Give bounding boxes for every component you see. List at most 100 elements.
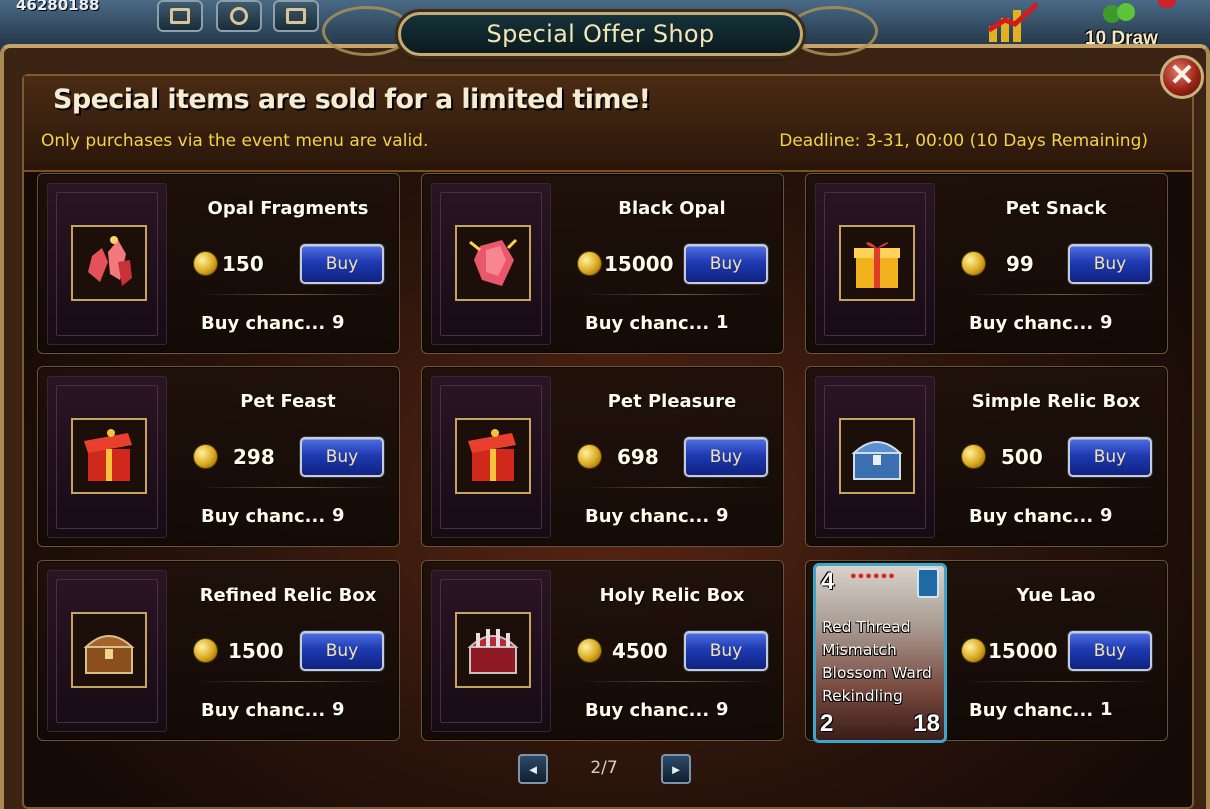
notification-dot: [1158, 0, 1176, 8]
item-name: Yue Lao: [1016, 585, 1096, 606]
buy-chance-value: 9: [716, 699, 729, 720]
arrow-right-icon: ►: [669, 761, 683, 777]
gold-coin-icon: [961, 444, 986, 469]
hero-card[interactable]: 4 ●●●●●● Red Thread Mismatch Blossom War…: [813, 563, 947, 743]
item-name: Pet Feast: [240, 391, 336, 412]
buy-button[interactable]: Buy: [300, 244, 384, 284]
hero-attack: 2: [820, 710, 834, 737]
divider: [966, 294, 1156, 295]
item-price: 15000: [604, 252, 674, 276]
star-rating-icon: ●●●●●●: [850, 570, 896, 582]
hero-level: 4: [821, 568, 835, 595]
panel-icon: [170, 8, 190, 24]
item-price: 298: [233, 445, 275, 469]
item-price: 150: [222, 252, 264, 276]
gold-coin-icon: [193, 638, 218, 663]
opal-fragments-icon: [88, 236, 132, 286]
buy-chance-label: Buy chanc...: [969, 313, 1094, 334]
divider: [582, 487, 772, 488]
player-id: 46280188: [16, 0, 100, 14]
hero-skills: Red Thread Mismatch Blossom Ward Rekindl…: [822, 616, 932, 708]
rising-chart-icon[interactable]: [985, 0, 1043, 44]
item-price: 99: [1006, 252, 1034, 276]
hero-skill: Blossom Ward: [822, 664, 932, 682]
buy-button[interactable]: Buy: [1068, 631, 1152, 671]
item-name: Pet Pleasure: [607, 391, 737, 412]
item-price: 500: [1001, 445, 1043, 469]
red-gift-box-icon: [84, 429, 132, 481]
item-price: 15000: [988, 639, 1058, 663]
black-opal-icon: [469, 238, 518, 286]
buy-chance-label: Buy chanc...: [585, 700, 710, 721]
next-page-button[interactable]: ►: [661, 754, 691, 784]
buy-button[interactable]: Buy: [684, 437, 768, 477]
gem-pile-icon: [1103, 3, 1135, 23]
gold-coin-icon: [961, 251, 986, 276]
shop-item-card: Opal Fragments 150 Buy Buy chanc... 9: [37, 173, 400, 354]
shop-item-card: Pet Pleasure 698 Buy Buy chanc... 9: [421, 366, 784, 547]
shop-item-card: Simple Relic Box 500 Buy Buy chanc... 9: [805, 366, 1168, 547]
buy-chance-value: 9: [332, 699, 345, 720]
buy-chance-label: Buy chanc...: [585, 313, 710, 334]
buy-chance-value: 9: [716, 505, 729, 526]
buy-chance-label: Buy chanc...: [201, 700, 326, 721]
gold-coin-icon: [961, 638, 986, 663]
close-button[interactable]: ✕: [1160, 55, 1204, 99]
gift-box-icon: [854, 242, 900, 288]
purchase-note: Only purchases via the event menu are va…: [41, 131, 429, 151]
divider: [198, 681, 388, 682]
hero-hp: 18: [913, 710, 940, 737]
item-name: Opal Fragments: [207, 198, 369, 219]
gold-coin-icon: [577, 444, 602, 469]
item-price: 1500: [228, 639, 284, 663]
page-indicator: 2/7: [590, 758, 618, 778]
item-name: Simple Relic Box: [971, 391, 1141, 412]
item-price: 4500: [612, 639, 668, 663]
divider: [582, 294, 772, 295]
item-icon-box: [455, 612, 531, 688]
window-title-plaque: Special Offer Shop: [398, 12, 803, 56]
buy-button[interactable]: Buy: [300, 631, 384, 671]
menu-button-3[interactable]: [273, 0, 319, 32]
red-gift-box-icon: [468, 429, 516, 481]
shop-item-card: 4 ●●●●●● Red Thread Mismatch Blossom War…: [805, 560, 1168, 743]
buy-chance-value: 9: [332, 312, 345, 333]
headline: Special items are sold for a limited tim…: [53, 84, 651, 115]
deadline-text: Deadline: 3-31, 00:00 (10 Days Remaining…: [779, 131, 1148, 151]
shop-item-card: Refined Relic Box 1500 Buy Buy chanc... …: [37, 560, 400, 741]
item-icon-box: [71, 612, 147, 688]
hero-skill: Red Thread: [822, 618, 911, 636]
buy-chance-label: Buy chanc...: [969, 700, 1094, 721]
item-name: Black Opal: [618, 198, 726, 219]
settings-button[interactable]: [216, 0, 262, 32]
shop-item-card: Pet Snack 99 Buy Buy chanc... 9: [805, 173, 1168, 354]
buy-button[interactable]: Buy: [684, 631, 768, 671]
buy-chance-label: Buy chanc...: [201, 313, 326, 334]
stack-icon: [286, 8, 306, 24]
divider: [966, 681, 1156, 682]
buy-chance-value: 9: [1100, 312, 1113, 333]
shop-item-card: Holy Relic Box 4500 Buy Buy chanc... 9: [421, 560, 784, 741]
menu-button-1[interactable]: [157, 0, 203, 32]
buy-chance-value: 9: [332, 505, 345, 526]
item-name: Pet Snack: [1005, 198, 1107, 219]
hero-class-badge-icon: [917, 568, 939, 598]
item-icon-box: [839, 418, 915, 494]
divider: [582, 681, 772, 682]
item-icon-box: [71, 418, 147, 494]
item-icon-box: [71, 225, 147, 301]
divider: [198, 487, 388, 488]
item-icon-box: [455, 225, 531, 301]
shop-item-card: Black Opal 15000 Buy Buy chanc... 1: [421, 173, 784, 354]
gold-chest-icon: [83, 635, 135, 674]
hero-skill: Rekindling: [822, 687, 903, 705]
buy-chance-value: 1: [1100, 699, 1113, 720]
item-icon-box: [455, 418, 531, 494]
buy-chance-value: 1: [716, 312, 729, 333]
item-name: Holy Relic Box: [599, 585, 745, 606]
buy-button[interactable]: Buy: [1068, 244, 1152, 284]
buy-button[interactable]: Buy: [1068, 437, 1152, 477]
buy-button[interactable]: Buy: [684, 244, 768, 284]
buy-button[interactable]: Buy: [300, 437, 384, 477]
prev-page-button[interactable]: ◄: [518, 754, 548, 784]
